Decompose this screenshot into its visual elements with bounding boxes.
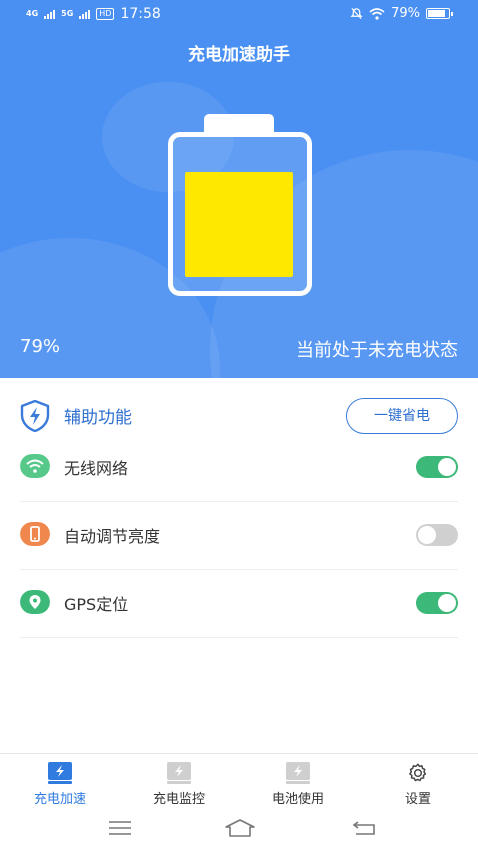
- feature-label: 无线网络: [64, 459, 129, 478]
- back-icon[interactable]: [352, 819, 378, 837]
- charging-state-text: 当前处于未充电状态: [296, 340, 458, 361]
- wifi-icon: [20, 454, 50, 478]
- toggle-knob: [418, 526, 436, 544]
- menu-icon[interactable]: [108, 820, 132, 836]
- status-bar: 4G 5G HD 17:58 79%: [0, 0, 478, 30]
- feature-row-gps: GPS定位: [20, 570, 458, 638]
- toggle-knob: [438, 594, 456, 612]
- bottom-tab-bar: 充电加速 充电监控 电池使用 设置: [0, 753, 478, 811]
- page-title: 充电加速助手: [188, 45, 290, 65]
- battery-percent: 79%: [20, 336, 61, 357]
- network-5g-label: 5G: [61, 9, 74, 18]
- signal-icon: [44, 9, 56, 19]
- feature-label: 自动调节亮度: [64, 527, 161, 546]
- clock: 17:58: [120, 6, 161, 22]
- battery-graphic: [168, 114, 312, 296]
- battery-status-icon: [426, 8, 453, 19]
- assist-section-header: 辅助功能 一键省电: [20, 396, 458, 436]
- gps-toggle[interactable]: [416, 592, 458, 614]
- gear-icon: [409, 763, 427, 782]
- battery-bolt-icon: [286, 762, 310, 784]
- tab-charge-monitor[interactable]: 充电监控: [129, 762, 229, 807]
- tab-charge-boost[interactable]: 充电加速: [10, 762, 110, 807]
- wifi-status-icon: [369, 7, 385, 20]
- signal-icon: [79, 9, 91, 19]
- location-icon: [20, 590, 50, 614]
- section-title: 辅助功能: [64, 408, 132, 428]
- one-key-save-button[interactable]: 一键省电: [346, 398, 458, 434]
- brightness-toggle[interactable]: [416, 524, 458, 546]
- shield-bolt-icon: [20, 400, 50, 432]
- network-4g-label: 4G: [26, 9, 39, 18]
- tab-label: 设置: [404, 792, 431, 807]
- feature-row-wifi: 无线网络: [20, 434, 458, 502]
- battery-level-fill: [185, 172, 293, 277]
- monitor-bolt-icon: [167, 762, 191, 784]
- toggle-knob: [438, 458, 456, 476]
- tab-battery-usage[interactable]: 电池使用: [248, 762, 348, 807]
- feature-label: GPS定位: [64, 595, 129, 614]
- charge-bolt-icon: [48, 762, 72, 784]
- battery-body: [168, 132, 312, 296]
- tab-label: 充电监控: [152, 792, 205, 807]
- tab-settings[interactable]: 设置: [368, 762, 468, 807]
- battery-percent-status: 79%: [391, 6, 420, 21]
- system-navigation-bar: [0, 811, 478, 850]
- header-panel: 4G 5G HD 17:58 79% 充电加速助手 79% 当前处于未充电状态: [0, 0, 478, 378]
- tab-label: 电池使用: [271, 792, 324, 807]
- feature-row-brightness: 自动调节亮度: [20, 502, 458, 570]
- phone-icon: [20, 522, 50, 546]
- mute-icon: [350, 7, 363, 20]
- wifi-toggle[interactable]: [416, 456, 458, 478]
- hd-badge: HD: [96, 8, 115, 20]
- tab-label: 充电加速: [33, 792, 86, 807]
- home-icon[interactable]: [224, 818, 256, 838]
